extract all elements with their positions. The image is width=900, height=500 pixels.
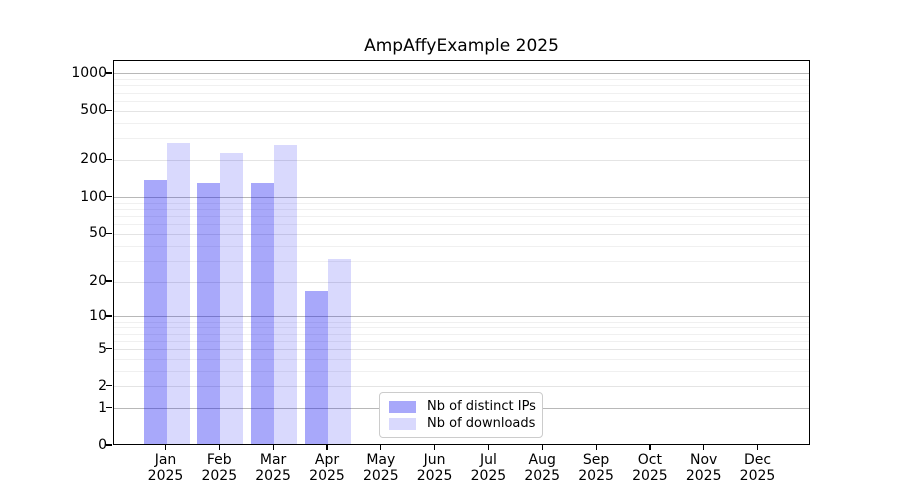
x-tick-mark: [649, 445, 651, 450]
bar-nb-of-distinct-ips-apr: [305, 291, 328, 444]
x-tick-mark: [164, 445, 167, 450]
y-tick-mark: [106, 232, 112, 234]
x-tick-mark: [541, 445, 543, 450]
y-tick-label: 50: [89, 225, 107, 242]
gridline: [114, 79, 809, 81]
y-tick-label: 500: [80, 102, 107, 119]
bar-nb-of-distinct-ips-mar: [251, 183, 275, 444]
x-tick-mark: [380, 445, 382, 450]
x-tick-mark: [756, 445, 759, 450]
y-tick-mark: [106, 158, 112, 161]
x-tick-mark: [487, 445, 490, 450]
y-tick-label: 20: [89, 273, 107, 289]
y-tick-label: 1000: [71, 64, 107, 81]
gridline: [114, 122, 809, 124]
gridline: [114, 138, 809, 140]
bar-nb-of-downloads-feb: [220, 153, 244, 444]
bar-nb-of-downloads-jan: [166, 143, 190, 444]
y-tick-mark: [106, 385, 112, 387]
bar-nb-of-distinct-ips-jan: [143, 179, 167, 444]
gridline: [114, 159, 809, 161]
y-tick-label: 100: [80, 188, 107, 205]
x-tick-mark: [595, 445, 597, 450]
y-tick-label: 200: [80, 151, 107, 168]
y-tick-mark: [106, 195, 112, 198]
plot-area: [113, 60, 810, 445]
x-tick-mark: [326, 445, 328, 450]
legend-item-nb-of-downloads: Nb of downloads: [389, 416, 536, 431]
gridline: [114, 73, 809, 75]
x-tick-mark: [218, 445, 220, 450]
legend: Nb of distinct IPs Nb of downloads: [379, 392, 543, 438]
bar-nb-of-downloads-mar: [274, 144, 298, 444]
chart-title: AmpAffyExample 2025: [364, 36, 559, 56]
y-tick-mark: [106, 72, 112, 74]
x-tick-mark: [703, 445, 705, 450]
bar-chart-figure: AmpAffyExample 2025 1000 500 200 100 50 20 10 5…: [0, 0, 900, 500]
y-tick-mark: [106, 280, 112, 282]
y-tick-label: 1: [98, 399, 107, 416]
x-tick-label-dec: Dec 2025: [726, 452, 790, 484]
y-tick-label: 10: [89, 307, 107, 324]
x-tick-mark: [272, 445, 274, 450]
y-tick-mark: [106, 407, 112, 409]
y-tick-label: 0: [98, 437, 107, 453]
legend-swatch: [389, 417, 416, 430]
y-tick-mark: [106, 444, 112, 446]
bar-nb-of-distinct-ips-feb: [197, 183, 221, 444]
gridline: [114, 85, 809, 87]
x-tick-mark: [434, 445, 436, 450]
gridline: [114, 100, 809, 102]
legend-swatch: [389, 400, 416, 413]
y-tick-mark: [106, 315, 112, 317]
gridline: [114, 92, 809, 94]
x-tick-month: Dec: [743, 452, 772, 468]
y-tick-mark: [106, 347, 112, 350]
bar-nb-of-downloads-apr: [328, 259, 351, 444]
gridline: [114, 110, 809, 112]
y-tick-label: 5: [98, 340, 107, 357]
legend-item-nb-of-distinct-ips: Nb of distinct IPs: [389, 399, 536, 414]
y-tick-label: 2: [98, 377, 107, 394]
x-tick-year: 2025: [739, 468, 776, 484]
y-tick-mark: [106, 109, 112, 111]
legend-label: Nb of downloads: [427, 416, 536, 431]
legend-label: Nb of distinct IPs: [427, 399, 536, 414]
